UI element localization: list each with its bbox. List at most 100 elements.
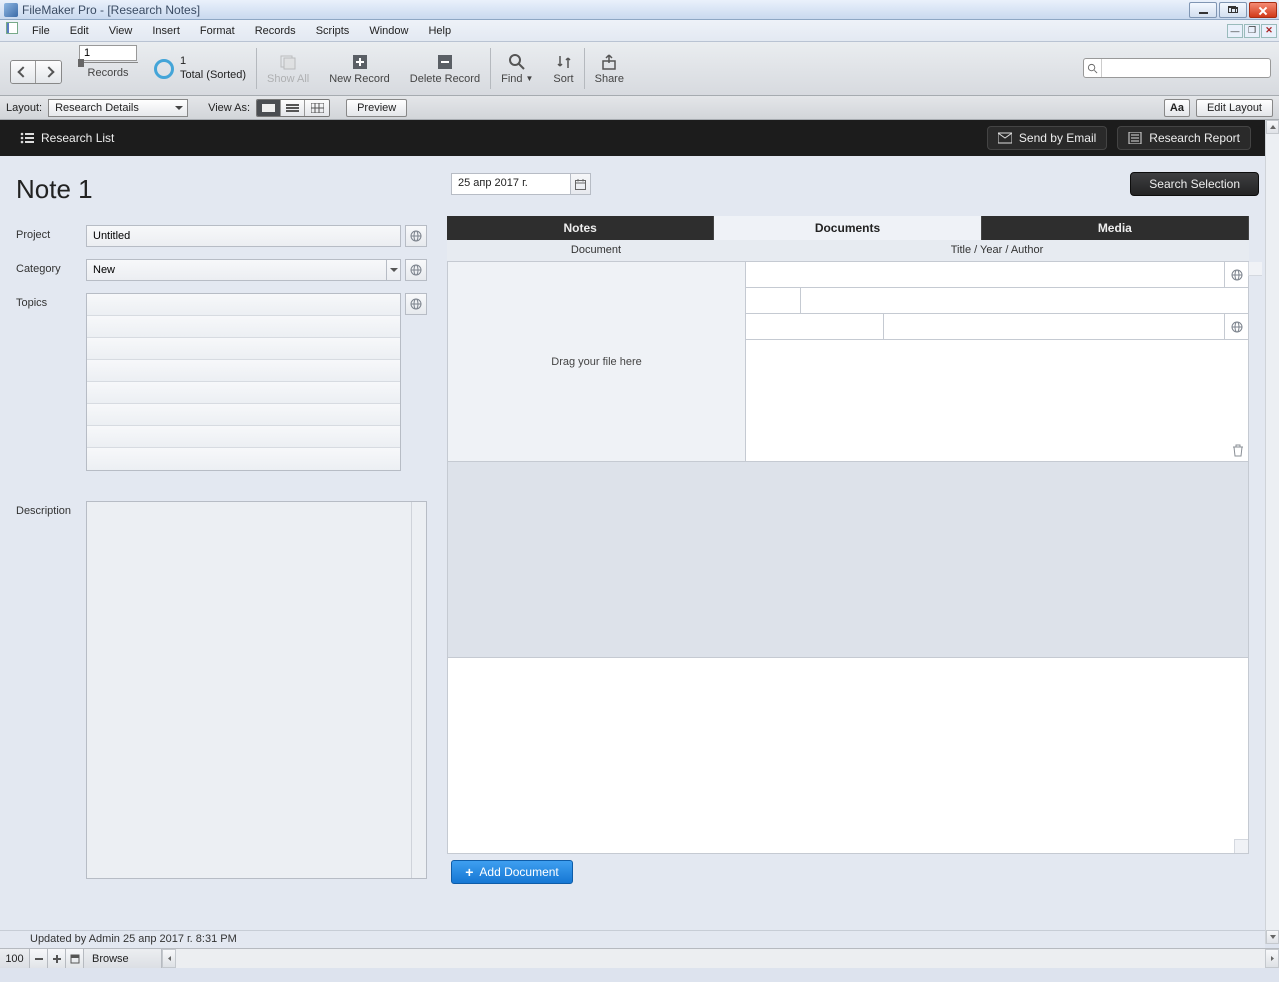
- menu-scripts[interactable]: Scripts: [306, 22, 360, 40]
- hscroll-left-button[interactable]: [162, 949, 176, 968]
- zoom-in-button[interactable]: [48, 949, 66, 968]
- edit-layout-button[interactable]: Edit Layout: [1196, 99, 1273, 117]
- zoom-out-button[interactable]: [30, 949, 48, 968]
- menu-help[interactable]: Help: [418, 22, 461, 40]
- doc-close-button[interactable]: ✕: [1261, 24, 1277, 38]
- updated-info: Updated by Admin 25 апр 2017 г. 8:31 PM: [0, 930, 1265, 948]
- category-web-button[interactable]: [405, 259, 427, 281]
- list-icon: [20, 132, 34, 144]
- view-as-label: View As:: [208, 102, 250, 114]
- add-document-button[interactable]: +Add Document: [451, 860, 573, 884]
- document-icon: [6, 22, 18, 34]
- mail-icon: [998, 132, 1012, 144]
- preview-button[interactable]: Preview: [346, 99, 407, 117]
- tab-documents[interactable]: Documents: [714, 216, 981, 240]
- topics-web-button[interactable]: [405, 293, 427, 315]
- quick-search[interactable]: [1083, 58, 1271, 78]
- menu-insert[interactable]: Insert: [142, 22, 190, 40]
- hscroll-right-button[interactable]: [1265, 949, 1279, 968]
- horizontal-scrollbar[interactable]: [162, 949, 1279, 968]
- sort-button[interactable]: Sort: [543, 42, 583, 95]
- search-selection-button[interactable]: Search Selection: [1130, 172, 1259, 196]
- new-record-icon: [351, 53, 369, 71]
- search-icon: [1084, 59, 1102, 77]
- category-input[interactable]: [86, 259, 387, 281]
- category-dropdown-button[interactable]: [387, 259, 401, 281]
- doc-web-button[interactable]: [1224, 262, 1248, 287]
- doc-restore-button[interactable]: ❐: [1244, 24, 1260, 38]
- research-list-button[interactable]: Research List: [14, 130, 120, 146]
- date-field[interactable]: 25 апр 2017 г.: [451, 173, 591, 195]
- app-icon: [4, 3, 18, 17]
- window-maximize-button[interactable]: [1219, 2, 1247, 18]
- doc-web-button-2[interactable]: [1224, 314, 1248, 339]
- report-icon: [1128, 132, 1142, 144]
- menu-records[interactable]: Records: [245, 22, 306, 40]
- records-label: Records: [88, 67, 129, 79]
- project-input[interactable]: [86, 225, 401, 247]
- window-title: FileMaker Pro - [Research Notes]: [22, 3, 200, 17]
- share-icon: [600, 53, 618, 71]
- tab-notes[interactable]: Notes: [447, 216, 714, 240]
- new-record-button[interactable]: New Record: [319, 42, 400, 95]
- portal-scroll-down[interactable]: [1234, 839, 1248, 853]
- view-list-button[interactable]: [281, 100, 305, 116]
- window-titlebar: FileMaker Pro - [Research Notes]: [0, 0, 1279, 20]
- zoom-value[interactable]: 100: [0, 949, 30, 968]
- globe-icon: [1231, 321, 1243, 333]
- doc-header-document: Document: [447, 240, 745, 261]
- window-minimize-button[interactable]: [1189, 2, 1217, 18]
- layout-bar: Layout: Research Details View As: Previe…: [0, 96, 1279, 120]
- date-value: 25 апр 2017 г.: [452, 174, 570, 194]
- topics-list[interactable]: [86, 293, 401, 471]
- calendar-button[interactable]: [570, 174, 590, 194]
- menu-window[interactable]: Window: [359, 22, 418, 40]
- status-toggle-button[interactable]: [66, 949, 84, 968]
- file-drop-zone[interactable]: Drag your file here: [448, 262, 746, 461]
- document-row: Drag your file here: [447, 262, 1249, 462]
- documents-portal-empty: [447, 462, 1249, 658]
- globe-icon: [410, 298, 422, 310]
- scroll-down-button[interactable]: [1266, 930, 1279, 944]
- body-scrollbar[interactable]: [1265, 120, 1279, 944]
- view-form-button[interactable]: [257, 100, 281, 116]
- send-email-button[interactable]: Send by Email: [987, 126, 1107, 150]
- sort-icon: [555, 53, 573, 71]
- description-textarea[interactable]: [86, 501, 427, 879]
- share-button[interactable]: Share: [585, 42, 634, 95]
- project-web-button[interactable]: [405, 225, 427, 247]
- mode-indicator[interactable]: Browse: [84, 949, 162, 968]
- project-label: Project: [16, 225, 86, 241]
- menu-format[interactable]: Format: [190, 22, 245, 40]
- menu-file[interactable]: File: [22, 22, 60, 40]
- trash-icon: [1232, 444, 1244, 457]
- topics-label: Topics: [16, 293, 86, 309]
- find-button[interactable]: Find▼: [491, 42, 543, 95]
- doc-minimize-button[interactable]: —: [1227, 24, 1243, 38]
- show-all-button[interactable]: Show All: [257, 42, 319, 95]
- prev-record-button[interactable]: [11, 61, 36, 83]
- scrollbar-thumb[interactable]: [413, 504, 424, 518]
- show-all-icon: [279, 53, 297, 71]
- search-input[interactable]: [1102, 62, 1270, 74]
- scroll-up-button[interactable]: [1266, 120, 1279, 134]
- trash-button[interactable]: [1232, 444, 1244, 457]
- research-report-button[interactable]: Research Report: [1117, 126, 1251, 150]
- globe-icon: [1231, 269, 1243, 281]
- portal-scroll-up[interactable]: [1248, 262, 1262, 276]
- formatting-bar-button[interactable]: Aa: [1164, 99, 1190, 117]
- view-table-button[interactable]: [305, 100, 329, 116]
- next-record-button[interactable]: [36, 61, 61, 83]
- delete-record-button[interactable]: Delete Record: [400, 42, 490, 95]
- window-close-button[interactable]: [1249, 2, 1277, 18]
- record-slider[interactable]: [78, 59, 138, 67]
- doc-header-tya: Title / Year / Author: [745, 240, 1249, 261]
- menu-view[interactable]: View: [99, 22, 143, 40]
- layout-selector[interactable]: Research Details: [48, 99, 188, 117]
- tab-media[interactable]: Media: [982, 216, 1249, 240]
- menu-edit[interactable]: Edit: [60, 22, 99, 40]
- content-area: Note 1 Project Category Topics Descripti…: [0, 156, 1265, 930]
- toolbar: Records 1 Total (Sorted) Show All New Re…: [0, 42, 1279, 96]
- category-label: Category: [16, 259, 86, 275]
- app-header-bar: Research List Send by Email Research Rep…: [0, 120, 1265, 156]
